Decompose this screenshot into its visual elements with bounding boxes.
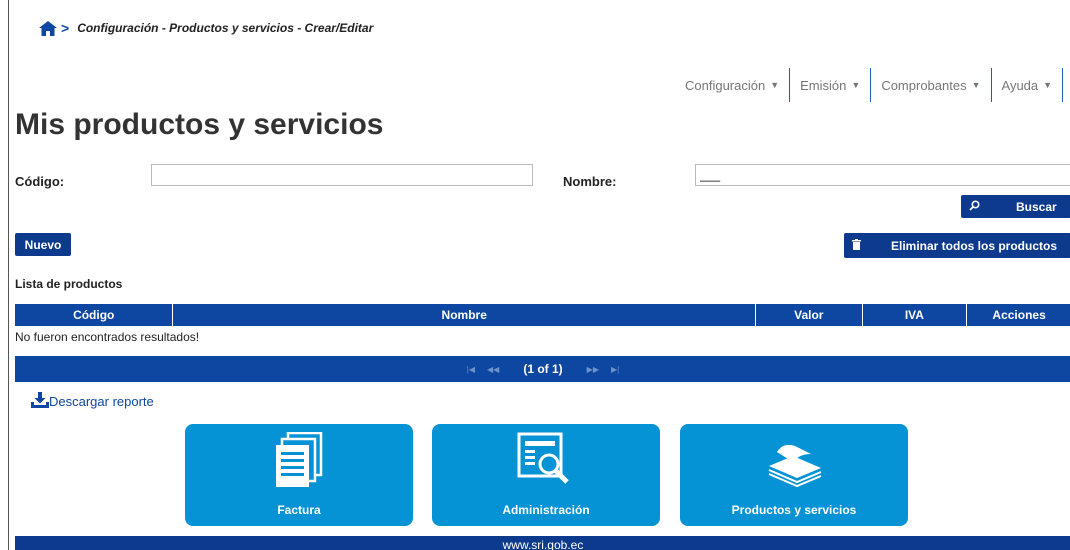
download-icon bbox=[31, 392, 49, 411]
delete-all-button[interactable]: Eliminar todos los productos bbox=[844, 233, 1070, 258]
breadcrumb: > Configuración - Productos y servicios … bbox=[39, 20, 373, 36]
column-header-iva[interactable]: IVA bbox=[862, 304, 968, 326]
last-page-icon[interactable]: ▶| bbox=[611, 365, 619, 374]
column-header-acciones[interactable]: Acciones bbox=[966, 304, 1070, 326]
column-header-nombre[interactable]: Nombre bbox=[172, 304, 756, 326]
footer: www.sri.gob.ec bbox=[15, 536, 1070, 550]
papers-stack-icon bbox=[763, 424, 825, 493]
nav-label: Configuración bbox=[685, 77, 766, 93]
products-list-title: Lista de productos bbox=[15, 277, 123, 291]
nav-configuracion[interactable]: Configuración ▼ bbox=[675, 68, 791, 102]
column-header-codigo[interactable]: Código bbox=[15, 304, 174, 326]
page-frame: > Configuración - Productos y servicios … bbox=[8, 0, 1070, 550]
page-title: Mis productos y servicios bbox=[15, 108, 384, 141]
next-page-icon[interactable]: ▶▶ bbox=[587, 365, 599, 374]
tile-administracion-label: Administración bbox=[502, 503, 590, 517]
download-report-link[interactable]: Descargar reporte bbox=[31, 392, 154, 411]
top-navigation: Configuración ▼ Emisión ▼ Comprobantes ▼ Ay… bbox=[675, 68, 1064, 102]
nav-label: Ayuda bbox=[1001, 77, 1039, 93]
caret-down-icon: ▼ bbox=[770, 80, 780, 90]
column-header-valor[interactable]: Valor bbox=[755, 304, 863, 326]
nav-comprobantes[interactable]: Comprobantes ▼ bbox=[871, 68, 992, 102]
codigo-label: Código: bbox=[15, 174, 65, 189]
search-icon bbox=[969, 199, 980, 214]
nav-ayuda[interactable]: Ayuda ▼ bbox=[992, 68, 1064, 102]
search-button-label: Buscar bbox=[1016, 199, 1057, 214]
delete-all-label: Eliminar todos los productos bbox=[891, 238, 1058, 253]
tile-productos-label: Productos y servicios bbox=[731, 503, 857, 517]
documents-icon bbox=[274, 424, 324, 493]
prev-page-icon[interactable]: ◀◀ bbox=[487, 365, 499, 374]
caret-down-icon: ▼ bbox=[851, 80, 861, 90]
admin-search-icon bbox=[515, 424, 577, 493]
nav-emision[interactable]: Emisión ▼ bbox=[790, 68, 872, 102]
products-table: Código Nombre Valor IVA Acciones No fuer… bbox=[15, 304, 1070, 348]
home-icon[interactable] bbox=[39, 20, 57, 36]
breadcrumb-path: Configuración - Productos y servicios - … bbox=[77, 21, 374, 35]
download-report-label: Descargar reporte bbox=[49, 394, 154, 409]
paginator: |◀ ◀◀ (1 of 1) ▶▶ ▶| bbox=[15, 356, 1070, 382]
search-button[interactable]: Buscar bbox=[961, 195, 1070, 218]
first-page-icon[interactable]: |◀ bbox=[467, 365, 475, 374]
nombre-input[interactable] bbox=[695, 164, 1070, 186]
tile-factura-label: Factura bbox=[277, 503, 321, 517]
caret-down-icon: ▼ bbox=[1043, 80, 1053, 90]
tile-factura[interactable]: Factura bbox=[185, 424, 413, 526]
tile-productos-servicios[interactable]: Productos y servicios bbox=[680, 424, 908, 526]
codigo-input[interactable] bbox=[151, 164, 533, 186]
breadcrumb-separator: > bbox=[61, 20, 70, 36]
nav-label: Emisión bbox=[800, 77, 847, 93]
empty-message: No fueron encontrados resultados! bbox=[15, 330, 200, 344]
tile-administracion[interactable]: Administración bbox=[432, 424, 660, 526]
nav-label: Comprobantes bbox=[881, 77, 967, 93]
table-row: No fueron encontrados resultados! bbox=[15, 326, 1070, 348]
trash-icon bbox=[852, 238, 861, 253]
caret-down-icon: ▼ bbox=[971, 80, 981, 90]
nombre-label: Nombre: bbox=[563, 174, 617, 189]
table-header-row: Código Nombre Valor IVA Acciones bbox=[15, 304, 1070, 326]
new-button[interactable]: Nuevo bbox=[15, 233, 71, 256]
page-indicator: (1 of 1) bbox=[523, 362, 563, 376]
